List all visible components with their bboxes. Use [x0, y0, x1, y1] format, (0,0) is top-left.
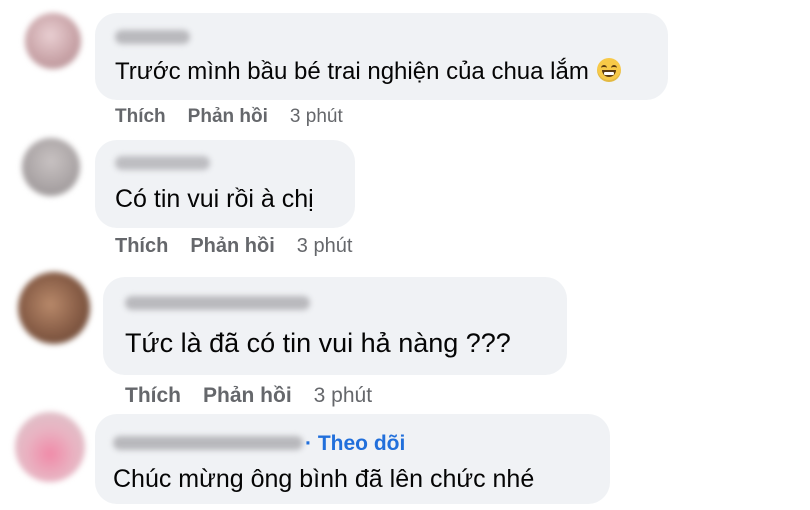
comment-text: Chúc mừng ông bình đã lên chức nhé — [113, 465, 535, 493]
avatar[interactable] — [25, 13, 81, 69]
comment-actions: Thích Phản hồi 3 phút — [125, 384, 394, 408]
timestamp[interactable]: 3 phút — [290, 106, 343, 127]
author-name-blurred[interactable] — [125, 296, 310, 310]
like-button[interactable]: Thích — [115, 106, 166, 127]
like-button[interactable]: Thích — [115, 235, 168, 257]
like-button[interactable]: Thích — [125, 384, 181, 407]
author-name-blurred[interactable] — [115, 156, 210, 170]
avatar[interactable] — [22, 138, 80, 196]
laughing-face-icon — [596, 58, 621, 82]
timestamp[interactable]: 3 phút — [314, 384, 372, 407]
reply-button[interactable]: Phản hồi — [203, 384, 292, 407]
author-name-blurred[interactable] — [115, 30, 190, 44]
timestamp[interactable]: 3 phút — [297, 235, 353, 257]
comment-actions: Thích Phản hồi 3 phút — [115, 106, 365, 128]
comment-bubble — [103, 277, 567, 375]
comment-bubble — [95, 13, 668, 100]
reply-button[interactable]: Phản hồi — [190, 235, 274, 257]
comment-bubble — [95, 140, 355, 228]
comment-text-body: Trước mình bầu bé trai nghiện của chua l… — [115, 58, 589, 85]
author-name-blurred[interactable] — [113, 436, 303, 450]
comment-text: Trước mình bầu bé trai nghiện của chua l… — [115, 58, 621, 86]
avatar[interactable] — [18, 272, 90, 344]
follow-link[interactable]: · Theo dõi — [305, 432, 405, 456]
comment-text: Tức là đã có tin vui hả nàng ??? — [125, 328, 511, 358]
comment-actions: Thích Phản hồi 3 phút — [115, 235, 374, 258]
avatar[interactable] — [15, 412, 85, 482]
reply-button[interactable]: Phản hồi — [188, 106, 268, 127]
comment-text: Có tin vui rồi à chị — [115, 185, 314, 213]
